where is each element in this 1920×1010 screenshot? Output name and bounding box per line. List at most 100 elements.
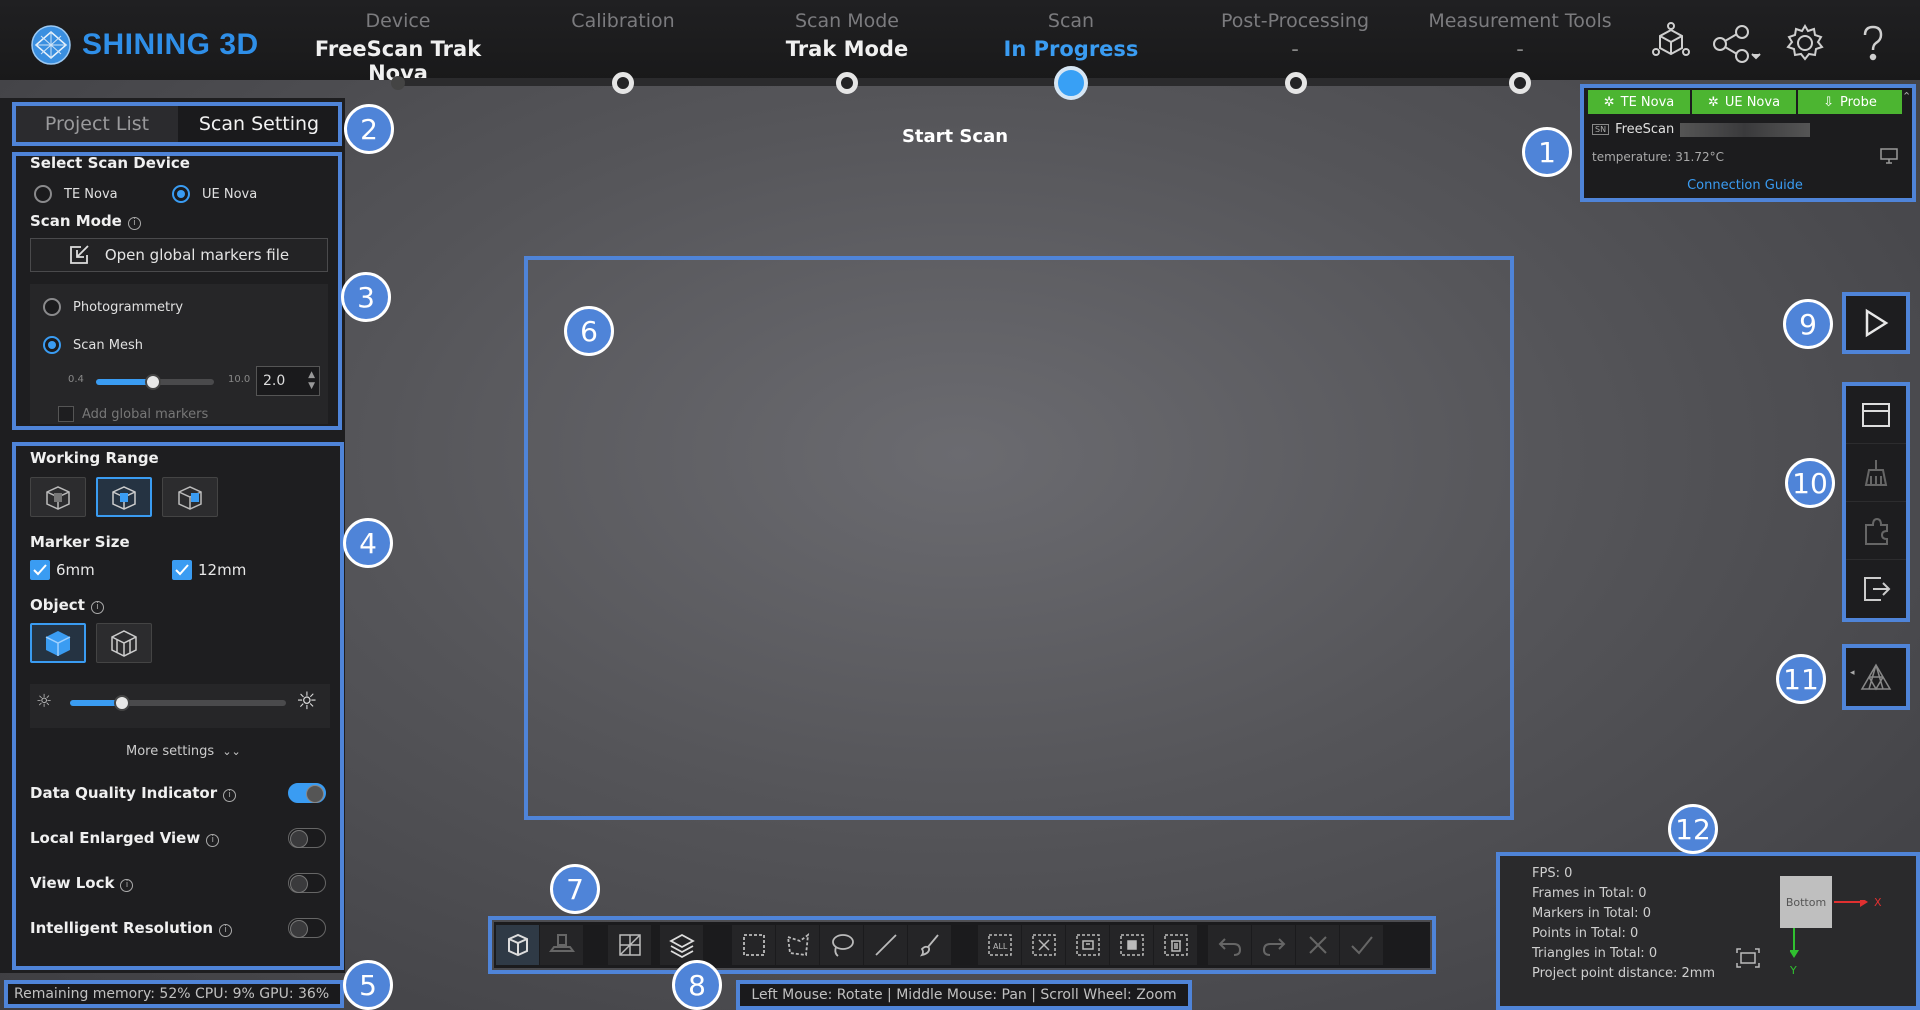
stat-frames: Frames in Total: 0 — [1532, 886, 1647, 901]
resolution-min-label: 0.4 — [68, 374, 84, 385]
brightness-slider[interactable] — [70, 695, 286, 711]
open-global-markers-button[interactable]: Open global markers file — [30, 238, 328, 272]
device-tab-ue-nova[interactable]: ✲ UE Nova — [1692, 90, 1796, 114]
delete-selection-button[interactable] — [1154, 925, 1198, 965]
working-range-standard-button[interactable] — [96, 477, 152, 517]
tab-project-list[interactable]: Project List — [16, 106, 178, 142]
fit-view-button[interactable] — [496, 925, 540, 965]
step-dot-measurement-tools[interactable] — [1509, 72, 1531, 94]
checkmark-icon — [30, 560, 50, 580]
marker-6mm-checkbox[interactable]: 6mm — [30, 560, 95, 580]
info-icon[interactable]: i — [219, 924, 233, 937]
working-range-near-button[interactable] — [30, 477, 86, 517]
step-dot-scan-mode[interactable] — [836, 72, 858, 94]
connection-guide-link[interactable]: Connection Guide — [1584, 178, 1906, 193]
deselect-button[interactable] — [1022, 925, 1066, 965]
device-tab-te-nova[interactable]: ✲ TE Nova — [1588, 90, 1690, 114]
grid-button[interactable] — [608, 925, 652, 965]
radio-te-nova[interactable]: TE Nova — [34, 185, 118, 203]
info-icon[interactable]: i — [206, 834, 220, 847]
device-tab-label: Probe — [1840, 94, 1877, 110]
range-box-icon — [46, 486, 70, 510]
info-icon[interactable]: i — [120, 879, 134, 892]
info-icon[interactable]: i — [127, 217, 141, 230]
select-all-button[interactable]: ALL — [978, 925, 1022, 965]
tab-scan-setting[interactable]: Scan Setting — [178, 106, 340, 142]
lasso-select-button[interactable] — [820, 925, 864, 965]
view-lock-toggle[interactable] — [288, 873, 326, 893]
cube-network-icon[interactable] — [1648, 20, 1694, 66]
radio-photogrammetry[interactable]: Photogrammetry — [43, 298, 183, 316]
collapse-icon[interactable]: ⌃ — [1902, 90, 1911, 103]
info-icon[interactable]: i — [223, 789, 237, 802]
brightness-slider-knob[interactable] — [113, 695, 130, 711]
radio-label: TE Nova — [64, 186, 118, 202]
stage-icon — [548, 934, 575, 952]
invert-select-button[interactable] — [1066, 925, 1110, 965]
checkbox-box — [58, 406, 74, 422]
window-view-button[interactable] — [1846, 386, 1906, 444]
callout-badge-11: 11 — [1776, 654, 1826, 704]
more-settings-link[interactable]: More settings ⌄⌄ — [126, 744, 241, 759]
step-post-processing[interactable]: Post-Processing - — [1180, 10, 1410, 61]
display-mode-button[interactable]: ◂ — [1846, 648, 1906, 706]
select-connected-icon — [1119, 934, 1144, 956]
chevron-double-down-icon: ⌄⌄ — [222, 745, 241, 758]
resolution-slider-knob[interactable] — [144, 374, 161, 390]
step-scan[interactable]: Scan In Progress — [956, 10, 1186, 61]
help-icon[interactable] — [1850, 20, 1896, 66]
step-dot-scan[interactable] — [1054, 66, 1088, 100]
resolution-slider[interactable] — [96, 374, 214, 390]
local-enlarged-view-toggle[interactable] — [288, 828, 326, 848]
export-button[interactable] — [1846, 560, 1906, 618]
step-measurement-tools[interactable]: Measurement Tools - — [1405, 10, 1635, 61]
object-hollow-button[interactable] — [96, 623, 152, 663]
step-dot-post-processing[interactable] — [1285, 72, 1307, 94]
step-device[interactable]: Device FreeScan Trak Nova — [283, 10, 513, 85]
monitor-icon[interactable] — [1880, 148, 1898, 168]
stage-button[interactable] — [540, 925, 584, 965]
layers-button[interactable] — [660, 925, 704, 965]
line-select-button[interactable] — [864, 925, 908, 965]
callout-badge-8: 8 — [672, 960, 722, 1010]
step-label: Device — [365, 10, 431, 32]
brush-select-button[interactable] — [908, 925, 952, 965]
working-range-far-button[interactable] — [162, 477, 218, 517]
object-solid-button[interactable] — [30, 623, 86, 663]
step-scan-mode[interactable]: Scan Mode Trak Mode — [732, 10, 962, 61]
step-dot-calibration[interactable] — [612, 72, 634, 94]
select-connected-button[interactable] — [1110, 925, 1154, 965]
redo-button[interactable] — [1252, 925, 1296, 965]
puzzle-icon — [1865, 517, 1888, 545]
device-tab-probe[interactable]: ⇩ Probe — [1798, 90, 1902, 114]
rect-select-button[interactable] — [732, 925, 776, 965]
plugin-button[interactable] — [1846, 502, 1906, 560]
gear-icon[interactable] — [1782, 20, 1828, 66]
clean-button[interactable] — [1846, 444, 1906, 502]
fit-screen-icon[interactable] — [1736, 948, 1760, 972]
start-scan-button[interactable] — [1846, 296, 1906, 350]
radio-ue-nova[interactable]: UE Nova — [172, 185, 257, 203]
resolution-max-label: 10.0 — [228, 374, 251, 385]
rect-select-icon — [742, 934, 765, 956]
polygon-select-button[interactable] — [776, 925, 820, 965]
marker-12mm-checkbox[interactable]: 12mm — [172, 560, 246, 580]
stat-triangles: Triangles in Total: 0 — [1532, 946, 1658, 961]
cancel-button[interactable] — [1296, 925, 1340, 965]
radio-scan-mesh[interactable]: Scan Mesh — [43, 336, 143, 354]
intelligent-resolution-toggle[interactable] — [288, 918, 326, 938]
undo-button[interactable] — [1208, 925, 1252, 965]
undo-icon — [1218, 938, 1241, 956]
apply-button[interactable] — [1340, 925, 1384, 965]
info-icon[interactable]: i — [90, 601, 104, 614]
resolution-input[interactable]: 2.0 ▲ ▼ — [256, 366, 320, 396]
add-global-markers-checkbox[interactable]: Add global markers — [58, 406, 208, 422]
toggle-label: View Lock — [30, 874, 115, 892]
toggle-row-data-quality: Data Quality Indicator i — [30, 781, 326, 805]
share-icon[interactable] — [1710, 20, 1761, 66]
step-calibration[interactable]: Calibration — [508, 10, 738, 37]
step-value: In Progress — [1003, 37, 1139, 61]
data-quality-toggle[interactable] — [288, 783, 326, 803]
spinner-arrows-icon[interactable]: ▲ ▼ — [308, 370, 315, 392]
scan-viewport-frame[interactable] — [524, 256, 1514, 820]
